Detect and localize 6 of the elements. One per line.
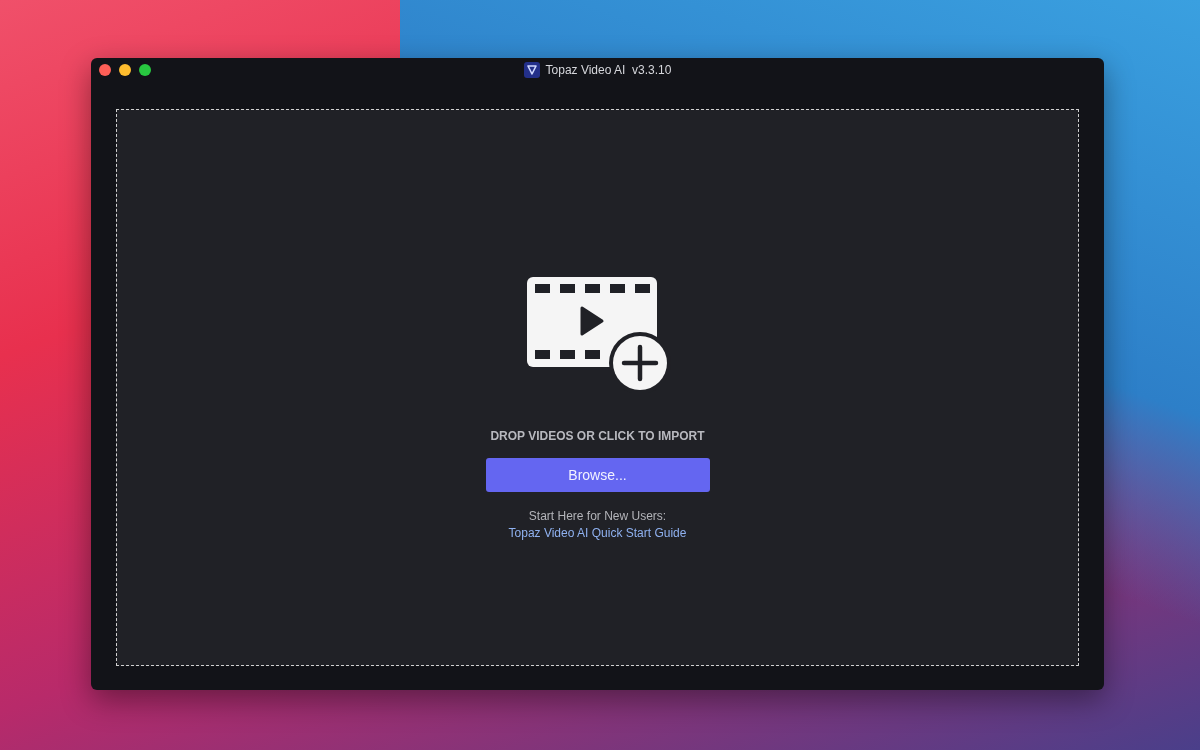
- quick-start-guide-link[interactable]: Topaz Video AI Quick Start Guide: [508, 526, 687, 540]
- window-title: Topaz Video AI v3.3.10: [545, 63, 672, 77]
- drop-heading: DROP VIDEOS OR CLICK TO IMPORT: [490, 429, 705, 443]
- new-users-hint: Start Here for New Users:: [528, 509, 667, 523]
- browse-button[interactable]: Browse...: [485, 458, 710, 492]
- drop-zone[interactable]: DROP VIDEOS OR CLICK TO IMPORT Browse... Start Here for New Users: Topaz Video AI Quick Start Guide: [116, 109, 1079, 666]
